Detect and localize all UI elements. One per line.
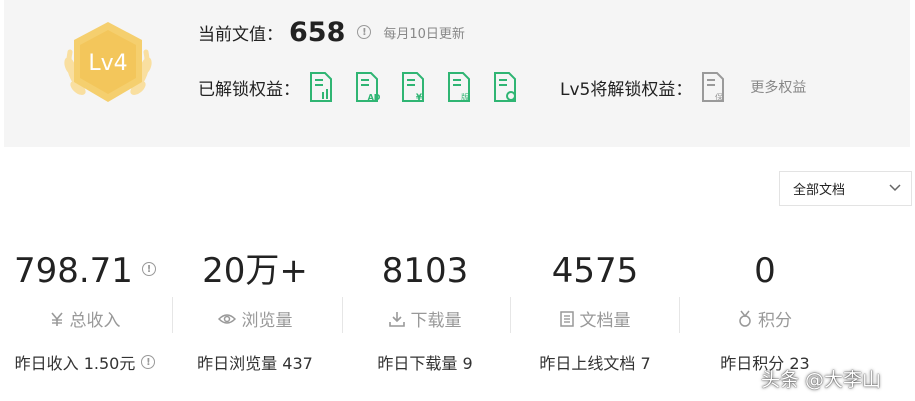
more-rights-link[interactable]: 更多权益	[750, 77, 806, 97]
chevron-down-icon	[889, 184, 901, 192]
stat-views: 20万+	[170, 250, 340, 292]
stat-views-label: 浏览量	[170, 306, 340, 331]
stat-documents-value: 4575	[551, 251, 639, 291]
info-icon[interactable]: !	[357, 25, 372, 39]
stat-downloads: 8103	[340, 250, 510, 292]
stat-documents-label-text: 文档量	[579, 311, 631, 331]
level-panel: Lv4 当前文值： 658 ! 每月10日更新 已解锁权益： AD ¥ 版 Lv…	[4, 0, 910, 147]
stat-points-label: 积分	[680, 306, 850, 331]
stat-income-sub-text: 昨日收入 1.50元	[14, 354, 136, 373]
stat-downloads-label: 下载量	[340, 306, 510, 331]
rights-row: 已解锁权益： AD ¥ 版 Lv5将解锁权益： 保 更多权益	[198, 70, 806, 104]
next-level-rights-label: Lv5将解锁权益：	[560, 79, 693, 100]
update-note: 每月10日更新	[383, 26, 465, 42]
stat-downloads-label-text: 下载量	[410, 311, 462, 331]
info-icon[interactable]: !	[141, 355, 156, 369]
doc-ad-tag: AD	[368, 93, 380, 102]
medal-icon	[739, 310, 751, 327]
watermark: 头条 @大李山	[761, 369, 882, 391]
stat-points-label-text: 积分	[758, 311, 792, 331]
eye-icon	[217, 313, 236, 324]
score-label: 当前文值：	[198, 24, 283, 45]
stat-views-sub-text: 昨日浏览量 437	[197, 354, 313, 373]
document-filter-select[interactable]: 全部文档	[779, 171, 912, 206]
level-badge-icon: Lv4	[64, 22, 152, 102]
stat-views-value: 20万+	[202, 251, 308, 291]
stat-documents-yesterday: 昨日上线文档 7	[510, 350, 680, 374]
stat-points: 0	[680, 250, 850, 292]
doc-copyright-icon[interactable]: 版	[446, 71, 472, 103]
info-icon[interactable]: !	[142, 262, 157, 276]
stat-downloads-sub-text: 昨日下载量 9	[377, 354, 473, 373]
doc-protect-tag: 保	[715, 92, 723, 102]
score-value: 658	[289, 16, 346, 48]
level-badge-text: Lv4	[88, 51, 127, 76]
stat-documents-sub-text: 昨日上线文档 7	[539, 354, 651, 373]
doc-yen-icon[interactable]: ¥	[400, 71, 426, 103]
stat-views-label-text: 浏览量	[241, 311, 293, 331]
doc-ad-icon[interactable]: AD	[354, 71, 380, 103]
stat-income-yesterday: 昨日收入 1.50元 !	[0, 350, 170, 374]
unlocked-rights-list: AD ¥ 版	[308, 71, 538, 103]
stat-downloads-yesterday: 昨日下载量 9	[340, 350, 510, 374]
stat-income-label: 总收入	[0, 306, 170, 331]
doc-refresh-icon[interactable]	[492, 71, 518, 103]
yen-icon	[50, 311, 63, 326]
stat-income-label-text: 总收入	[69, 311, 121, 331]
stat-downloads-value: 8103	[381, 251, 469, 291]
doc-chart-icon[interactable]	[308, 71, 334, 103]
doc-protect-icon[interactable]: 保	[700, 71, 726, 103]
download-icon	[388, 311, 405, 327]
stat-documents-label: 文档量	[510, 306, 680, 331]
stat-points-value: 0	[754, 251, 776, 291]
stat-views-yesterday: 昨日浏览量 437	[170, 350, 340, 374]
doc-yen-tag: ¥	[416, 93, 423, 103]
unlocked-rights-label: 已解锁权益：	[198, 79, 300, 100]
stat-income: 798.71 !	[0, 250, 170, 292]
score-row: 当前文值： 658 ! 每月10日更新	[198, 14, 465, 50]
doc-copyright-tag: 版	[461, 92, 469, 102]
stat-documents: 4575	[510, 250, 680, 292]
document-filter-value: 全部文档	[793, 183, 846, 198]
document-icon	[559, 310, 574, 327]
stat-income-value: 798.71	[13, 251, 133, 291]
